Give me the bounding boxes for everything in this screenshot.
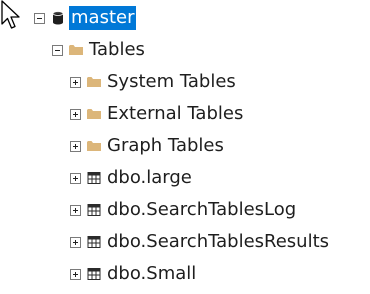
tree-node-table-dbo-searchtableslog[interactable]: dbo.SearchTablesLog (70, 195, 298, 225)
tree-node-system-tables[interactable]: System Tables (70, 67, 238, 97)
folder-icon (87, 77, 101, 87)
tree-node-label: dbo.SearchTablesLog (107, 199, 297, 220)
tree-node-label: Tables (89, 39, 145, 60)
tree-node-table-dbo-searchtablesresults[interactable]: dbo.SearchTablesResults (70, 227, 331, 257)
tree-node-external-tables[interactable]: External Tables (70, 99, 245, 129)
table-icon (87, 236, 101, 248)
folder-icon (87, 109, 101, 119)
expand-icon[interactable] (70, 204, 81, 216)
collapse-icon[interactable] (52, 44, 63, 56)
mouse-cursor-icon (1, 0, 20, 29)
collapse-icon[interactable] (34, 12, 45, 24)
expand-icon[interactable] (70, 140, 81, 152)
expand-icon[interactable] (70, 172, 81, 184)
expand-icon[interactable] (70, 236, 81, 248)
tree-node-table-dbo-large[interactable]: dbo.large (70, 163, 194, 193)
tree-node-label: master (69, 6, 137, 30)
tree-node-tables[interactable]: Tables (52, 35, 147, 65)
folder-icon (69, 45, 83, 55)
table-icon (87, 172, 101, 184)
tree-node-label: External Tables (107, 103, 244, 124)
tree-node-table-dbo-small[interactable]: dbo.Small (70, 259, 198, 289)
tree-node-label: dbo.large (107, 167, 192, 188)
tree-node-graph-tables[interactable]: Graph Tables (70, 131, 226, 161)
expand-icon[interactable] (70, 108, 81, 120)
tree-node-label: Graph Tables (107, 135, 224, 156)
tree-node-label: System Tables (107, 71, 236, 92)
tree-node-master[interactable]: master (34, 3, 137, 33)
folder-icon (87, 141, 101, 151)
expand-icon[interactable] (70, 76, 81, 88)
expand-icon[interactable] (70, 268, 81, 280)
tree-node-label: dbo.Small (107, 263, 197, 284)
table-icon (87, 268, 101, 280)
table-icon (87, 204, 101, 216)
database-icon (52, 11, 64, 25)
tree-node-label: dbo.SearchTablesResults (107, 231, 330, 252)
